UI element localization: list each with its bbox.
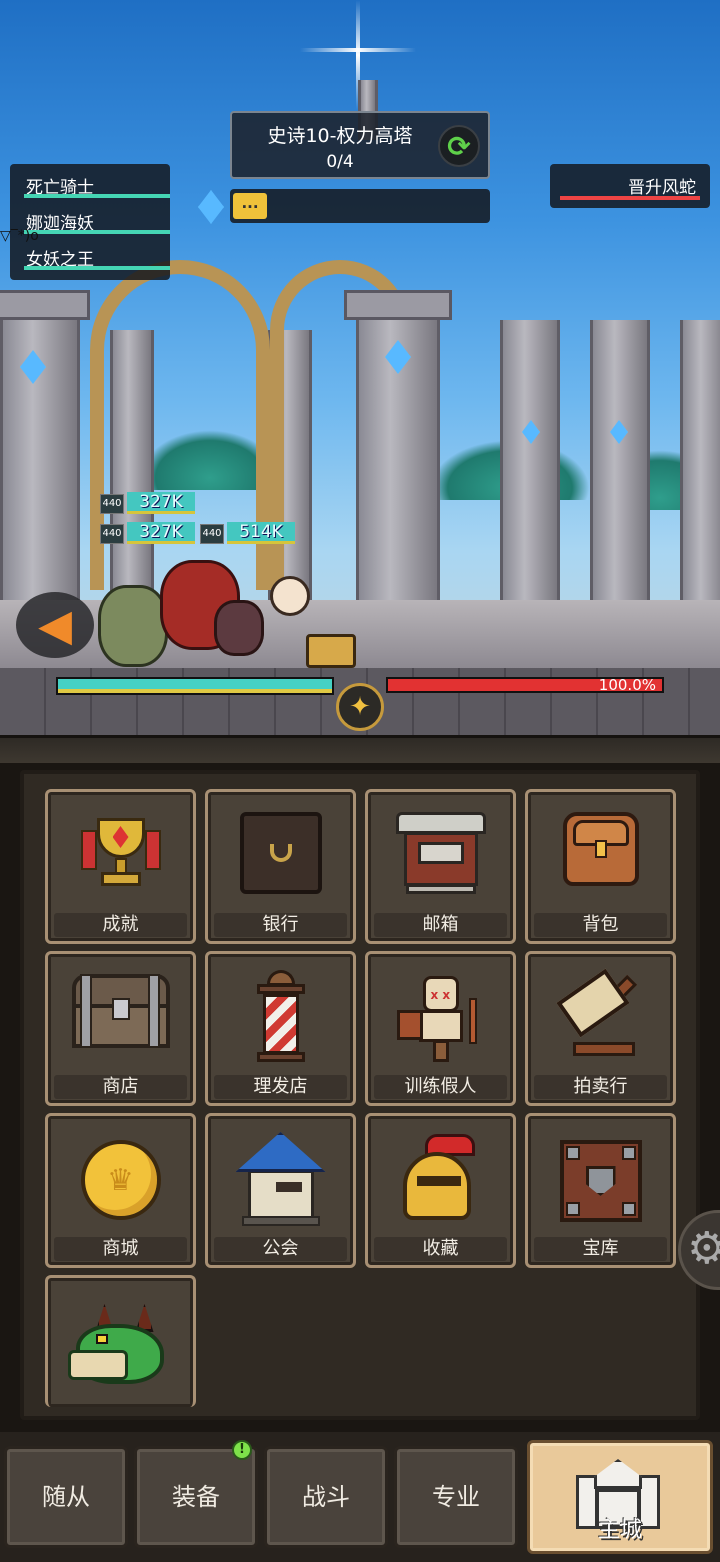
- enemy-name: 晋升风蛇: [628, 178, 696, 198]
- menu-tile-guild[interactable]: 公会: [205, 1113, 356, 1268]
- menu-tile-achievements[interactable]: 成就: [45, 789, 196, 944]
- backpack-icon: [562, 812, 639, 886]
- helmet-icon: [399, 1134, 483, 1226]
- damage-popup-value: 327K: [127, 522, 195, 544]
- training-dummy-icon: x x: [393, 968, 489, 1064]
- menu-tile-mailbox[interactable]: 邮箱: [365, 789, 516, 944]
- city-menu-grid: 成就 银行 邮箱 背包 商店 理发店 x x 训练假人 拍卖行 ♛ 商城 公会 …: [20, 770, 700, 1420]
- menu-tile-barbershop[interactable]: 理发店: [205, 951, 356, 1106]
- bg-pillar: [500, 320, 560, 610]
- menu-tile-backpack[interactable]: 背包: [525, 789, 676, 944]
- menu-tile-training-dummy[interactable]: x x 训练假人: [365, 951, 516, 1106]
- menu-tile-store[interactable]: ♛ 商城: [45, 1113, 196, 1268]
- damage-popup-value: 514K: [227, 522, 295, 544]
- mailbox-icon: [395, 812, 486, 896]
- menu-tile-label: 理发店: [214, 1075, 347, 1099]
- menu-tile-dragon[interactable]: [45, 1275, 196, 1407]
- stage-progress: 0/4: [326, 152, 354, 172]
- menu-tile-label: 拍卖行: [534, 1075, 667, 1099]
- bg-pillar: [680, 320, 720, 610]
- damage-popup-value: 327K: [127, 492, 195, 514]
- bg-pillar: [590, 320, 650, 610]
- battle-scene: 史诗10-权力高塔 0/4 ⟳ ... 死亡骑士 娜迦海妖 女妖之王 ▽‾*)o…: [0, 0, 720, 735]
- nav-main-city-label: 主城: [597, 1518, 642, 1543]
- weapon-sparkle: [306, 634, 356, 668]
- notification-badge: !: [232, 1440, 252, 1460]
- nav-followers[interactable]: 随从: [4, 1446, 128, 1548]
- menu-tile-shop[interactable]: 商店: [45, 951, 196, 1106]
- menu-tile-auction-house[interactable]: 拍卖行: [525, 951, 676, 1106]
- safe-icon: [239, 812, 322, 894]
- hero-monk: [270, 576, 310, 616]
- enemy-hp-bar: 100.0%: [386, 676, 664, 694]
- player-hp-bar: [56, 677, 334, 695]
- vault-icon: [559, 1140, 642, 1222]
- nav-profession[interactable]: 专业: [394, 1446, 518, 1548]
- damage-popup-level: 440: [200, 524, 224, 544]
- crown-coin-icon: ♛: [80, 1140, 161, 1220]
- guild-house-icon: [235, 1132, 326, 1228]
- enemy-panel[interactable]: 晋升风蛇: [550, 164, 710, 208]
- chest-icon: [71, 974, 170, 1048]
- nav-battle[interactable]: 战斗: [264, 1446, 388, 1548]
- refresh-icon[interactable]: ⟳: [438, 125, 480, 167]
- sky-star-light-horizontal: [300, 48, 416, 52]
- team-member-3-hp: [24, 266, 170, 270]
- enemy-hp-percent: 100.0%: [598, 676, 656, 694]
- dragon-icon: [66, 1304, 176, 1404]
- player-hp-fill: [58, 679, 332, 689]
- menu-tile-collection[interactable]: 收藏: [365, 1113, 516, 1268]
- nav-main-city[interactable]: 主城: [527, 1440, 713, 1554]
- menu-tile-label: 银行: [214, 913, 347, 937]
- team-member-2-hp: [24, 230, 170, 234]
- menu-tile-label: 邮箱: [374, 913, 507, 937]
- stage-info-panel: 史诗10-权力高塔 0/4 ⟳: [230, 111, 490, 179]
- scene-divider: [0, 735, 720, 763]
- damage-popup-level: 440: [100, 524, 124, 544]
- enemy-hp-mini-bar: [560, 196, 700, 200]
- team-panel[interactable]: 死亡骑士 娜迦海妖 女妖之王: [10, 164, 170, 280]
- pillar-cap: [344, 290, 452, 320]
- menu-tile-label: 商店: [54, 1075, 187, 1099]
- team-member-1-hp: [24, 194, 170, 198]
- chat-bar[interactable]: ...: [230, 189, 490, 223]
- chat-emote: ▽‾*)o: [0, 228, 39, 244]
- back-arrow-icon[interactable]: ◀: [16, 592, 94, 658]
- stage-title: 史诗10-权力高塔: [267, 125, 413, 147]
- bottom-nav: 随从 装备 战斗 专业 主城: [0, 1432, 720, 1562]
- auto-skill-icon[interactable]: ✦: [336, 683, 384, 731]
- gavel-icon: [553, 968, 649, 1062]
- menu-tile-label: 宝库: [534, 1237, 667, 1261]
- hero-banshee: [214, 600, 264, 656]
- pillar-cap: [0, 290, 90, 320]
- damage-popup-level: 440: [100, 494, 124, 514]
- menu-tile-vault[interactable]: 宝库: [525, 1113, 676, 1268]
- chat-bubble-icon[interactable]: ...: [233, 193, 267, 219]
- menu-tile-bank[interactable]: 银行: [205, 789, 356, 944]
- fg-pillar: [0, 300, 80, 620]
- nav-equipment[interactable]: 装备: [134, 1446, 258, 1548]
- menu-tile-label: 商城: [54, 1237, 187, 1261]
- menu-tile-label: 成就: [54, 913, 187, 937]
- menu-tile-label: 背包: [534, 913, 667, 937]
- trophy-icon: [80, 812, 161, 892]
- crystal-gem: [198, 190, 224, 224]
- barber-pole-icon: [255, 970, 307, 1066]
- menu-tile-label: 公会: [214, 1237, 347, 1261]
- menu-tile-label: 训练假人: [374, 1075, 507, 1099]
- menu-tile-label: 收藏: [374, 1237, 507, 1261]
- hero-death-knight: [98, 585, 168, 667]
- player-shield-fill: [58, 689, 332, 693]
